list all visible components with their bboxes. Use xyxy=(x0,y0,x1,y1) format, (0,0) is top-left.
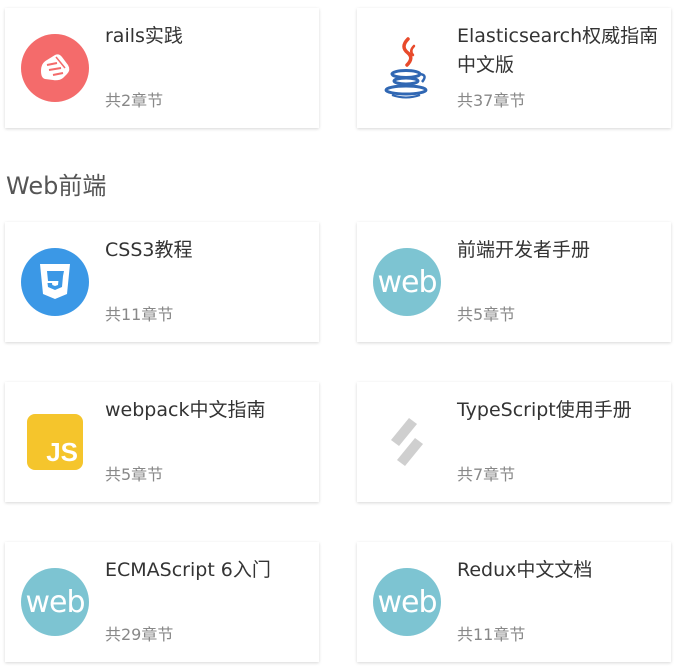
book-title[interactable]: CSS3教程 xyxy=(105,236,310,265)
book-title[interactable]: Redux中文文档 xyxy=(457,556,662,585)
chapter-count: 共11章节 xyxy=(457,625,526,644)
css3-shield-icon xyxy=(21,248,89,316)
web-badge-icon: web xyxy=(21,568,89,636)
book-card-elasticsearch[interactable]: Elasticsearch权威指南中文版 共37章节 xyxy=(357,8,671,128)
book-card-frontend-handbook[interactable]: web 前端开发者手册 共5章节 xyxy=(357,222,671,342)
book-card-es6[interactable]: web ECMAScript 6入门 共29章节 xyxy=(5,542,319,662)
book-card-css3[interactable]: CSS3教程 共11章节 xyxy=(5,222,319,342)
chapter-count: 共37章节 xyxy=(457,91,526,110)
chapter-count: 共29章节 xyxy=(105,625,174,644)
java-coffee-icon xyxy=(373,34,441,102)
book-card-webpack[interactable]: JS webpack中文指南 共5章节 xyxy=(5,382,319,502)
book-card-rails[interactable]: rails实践 共2章节 xyxy=(5,8,319,128)
chapter-count: 共11章节 xyxy=(105,305,174,324)
book-card-typescript[interactable]: TypeScript使用手册 共7章节 xyxy=(357,382,671,502)
book-title[interactable]: rails实践 xyxy=(105,22,310,51)
typescript-slash-icon xyxy=(373,408,441,476)
book-title[interactable]: Elasticsearch权威指南中文版 xyxy=(457,22,662,80)
book-title[interactable]: webpack中文指南 xyxy=(105,396,310,425)
book-title[interactable]: ECMAScript 6入门 xyxy=(105,556,310,585)
rails-shoe-icon xyxy=(21,34,89,102)
chapter-count: 共5章节 xyxy=(457,305,516,324)
book-card-redux[interactable]: web Redux中文文档 共11章节 xyxy=(357,542,671,662)
chapter-count: 共5章节 xyxy=(105,465,164,484)
chapter-count: 共7章节 xyxy=(457,465,516,484)
web-badge-icon: web xyxy=(373,248,441,316)
web-badge-icon: web xyxy=(373,568,441,636)
book-title[interactable]: 前端开发者手册 xyxy=(457,236,662,265)
chapter-count: 共2章节 xyxy=(105,91,164,110)
javascript-js-icon: JS xyxy=(21,408,89,476)
book-title[interactable]: TypeScript使用手册 xyxy=(457,396,662,425)
section-title: Web前端 xyxy=(6,172,107,200)
